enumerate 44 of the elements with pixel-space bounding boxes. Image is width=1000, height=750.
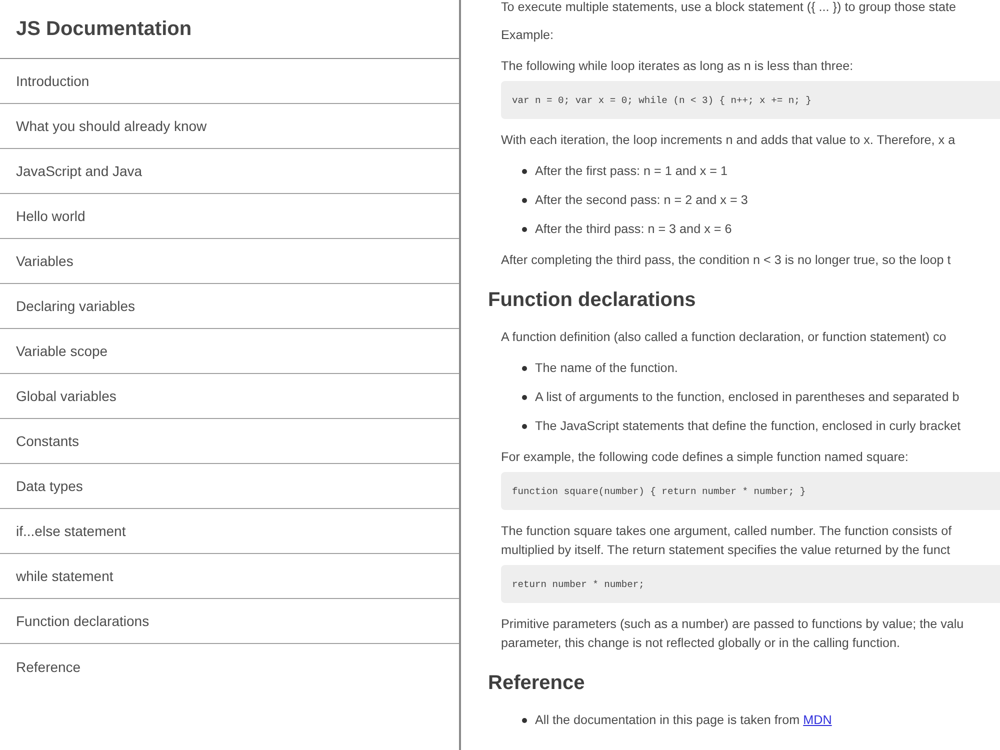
paragraph: Primitive parameters (such as a number) are passed to functions by value; the valu parameter, this change is not reflected globally or in the calling function. bbox=[501, 616, 965, 652]
list-item-text: All the documentation in this page is taken from MDN bbox=[535, 712, 832, 729]
paragraph: The following while loop iterates as long as n is less than three: bbox=[501, 58, 854, 75]
paragraph: With each iteration, the loop increments n and adds that value to x. Therefore, x a bbox=[501, 132, 956, 149]
nav-link[interactable]: Hello world bbox=[0, 194, 459, 239]
list-item-text: A list of arguments to the function, enclosed in parentheses and separated b bbox=[535, 389, 960, 406]
bullet-icon bbox=[522, 718, 527, 723]
nav-link[interactable]: Function declarations bbox=[0, 599, 459, 644]
nav-link[interactable]: Variable scope bbox=[0, 329, 459, 374]
list-item-text: After the second pass: n = 2 and x = 3 bbox=[535, 192, 748, 209]
nav-link[interactable]: if...else statement bbox=[0, 509, 459, 554]
list-item-text: After the first pass: n = 1 and x = 1 bbox=[535, 163, 728, 180]
nav-link[interactable]: Declaring variables bbox=[0, 284, 459, 329]
nav-link[interactable]: Introduction bbox=[0, 59, 459, 104]
nav-link[interactable]: Variables bbox=[0, 239, 459, 284]
paragraph: After completing the third pass, the condition n < 3 is no longer true, so the loop t bbox=[501, 252, 952, 269]
bullet-icon bbox=[522, 424, 527, 429]
nav-link[interactable]: Global variables bbox=[0, 374, 459, 419]
code-block: function square(number) { return number * number; } bbox=[501, 472, 1000, 510]
nav-link[interactable]: while statement bbox=[0, 554, 459, 599]
code-block: return number * number; bbox=[501, 565, 1000, 603]
nav-link[interactable]: Data types bbox=[0, 464, 459, 509]
list-item-text: The name of the function. bbox=[535, 360, 678, 377]
code-block: var n = 0; var x = 0; while (n < 3) { n++; x += n; } bbox=[501, 81, 1000, 119]
paragraph: For example, the following code defines a simple function named square: bbox=[501, 449, 910, 466]
bullet-icon bbox=[522, 395, 527, 400]
sidebar-title: JS Documentation bbox=[16, 17, 192, 42]
nav-link[interactable]: Reference bbox=[0, 644, 459, 689]
section-heading: Function declarations bbox=[488, 288, 697, 313]
source-link[interactable]: MDN bbox=[803, 713, 832, 727]
nav-link[interactable]: What you should already know bbox=[0, 104, 459, 149]
list-item-text: The JavaScript statements that define the function, enclosed in curly bracket bbox=[535, 418, 961, 435]
paragraph: Example: bbox=[501, 27, 554, 44]
bullet-icon bbox=[522, 169, 527, 174]
bullet-icon bbox=[522, 366, 527, 371]
section-heading: Reference bbox=[488, 671, 586, 696]
nav-link[interactable]: JavaScript and Java bbox=[0, 149, 459, 194]
nav-link[interactable]: Constants bbox=[0, 419, 459, 464]
paragraph: To execute multiple statements, use a block statement ({ ... }) to group those state bbox=[501, 0, 958, 14]
bullet-icon bbox=[522, 198, 527, 203]
paragraph: The function square takes one argument, called number. The function consists of multiplied by itself. The return statement specifies the value returned by the funct bbox=[501, 523, 953, 559]
list-item-text: After the third pass: n = 3 and x = 6 bbox=[535, 221, 732, 238]
paragraph: A function definition (also called a function declaration, or function statement) co bbox=[501, 329, 948, 346]
bullet-icon bbox=[522, 227, 527, 232]
